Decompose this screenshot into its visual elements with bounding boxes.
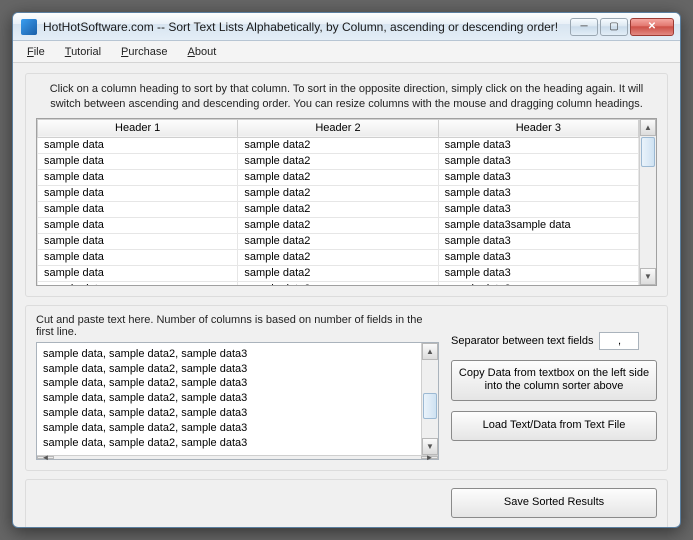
client-area: Click on a column heading to sort by tha… <box>13 63 680 527</box>
table-cell[interactable]: sample data <box>38 169 238 185</box>
table-cell[interactable]: sample data3 <box>438 185 638 201</box>
input-group: Cut and paste text here. Number of colum… <box>25 305 668 471</box>
column-header-2[interactable]: Header 2 <box>238 119 438 137</box>
table-cell[interactable]: sample data2 <box>238 153 438 169</box>
table-cell[interactable]: sample data <box>38 233 238 249</box>
table-cell[interactable]: sample data3sample data <box>438 217 638 233</box>
save-results-button[interactable]: Save Sorted Results <box>451 488 657 518</box>
column-header-1[interactable]: Header 1 <box>38 119 238 137</box>
menu-about[interactable]: About <box>178 41 227 62</box>
table-row[interactable]: sample datasample data2sample data3sampl… <box>38 217 639 233</box>
instructions-text: Click on a column heading to sort by tha… <box>36 82 657 112</box>
menu-tutorial[interactable]: Tutorial <box>55 41 111 62</box>
window-title: HotHotSoftware.com -- Sort Text Lists Al… <box>43 20 570 34</box>
scroll-thumb[interactable] <box>423 393 437 419</box>
table-row[interactable]: sample datasample data2sample data3 <box>38 281 639 285</box>
textbox-horizontal-scrollbar[interactable]: ◄ ► <box>37 455 438 459</box>
table-cell[interactable]: sample data <box>38 137 238 153</box>
menu-file[interactable]: File <box>17 41 55 62</box>
table-cell[interactable]: sample data2 <box>238 185 438 201</box>
table-cell[interactable]: sample data2 <box>238 281 438 285</box>
table-cell[interactable]: sample data3 <box>438 281 638 285</box>
paste-textbox[interactable]: sample data, sample data2, sample data3 … <box>36 342 439 460</box>
separator-input[interactable] <box>599 332 639 350</box>
table-row[interactable]: sample datasample data2sample data3 <box>38 201 639 217</box>
data-grid[interactable]: Header 1 Header 2 Header 3 sample datasa… <box>36 118 657 286</box>
table-cell[interactable]: sample data <box>38 217 238 233</box>
table-cell[interactable]: sample data <box>38 249 238 265</box>
sort-group: Click on a column heading to sort by tha… <box>25 73 668 297</box>
menu-file-rest: ile <box>34 46 45 58</box>
table-cell[interactable]: sample data <box>38 185 238 201</box>
table-cell[interactable]: sample data3 <box>438 233 638 249</box>
scroll-right-icon[interactable]: ► <box>421 456 438 459</box>
minimize-button[interactable]: ─ <box>570 18 598 36</box>
table-cell[interactable]: sample data <box>38 201 238 217</box>
table-cell[interactable]: sample data2 <box>238 265 438 281</box>
load-from-file-button[interactable]: Load Text/Data from Text File <box>451 411 657 441</box>
textbox-vertical-scrollbar[interactable]: ▲ ▼ <box>421 343 438 455</box>
scroll-down-icon[interactable]: ▼ <box>640 268 656 285</box>
menubar: File Tutorial Purchase About <box>13 41 680 63</box>
column-header-3[interactable]: Header 3 <box>438 119 638 137</box>
scroll-left-icon[interactable]: ◄ <box>37 456 54 459</box>
scroll-thumb[interactable] <box>641 137 655 167</box>
table-cell[interactable]: sample data2 <box>238 249 438 265</box>
table-cell[interactable]: sample data2 <box>238 233 438 249</box>
table-cell[interactable]: sample data <box>38 265 238 281</box>
table-row[interactable]: sample datasample data2sample data3 <box>38 137 639 153</box>
table-cell[interactable]: sample data <box>38 281 238 285</box>
separator-label: Separator between text fields <box>451 335 593 347</box>
table-cell[interactable]: sample data3 <box>438 137 638 153</box>
application-window: HotHotSoftware.com -- Sort Text Lists Al… <box>12 12 681 528</box>
table-cell[interactable]: sample data2 <box>238 217 438 233</box>
scroll-up-icon[interactable]: ▲ <box>422 343 438 360</box>
table-cell[interactable]: sample data3 <box>438 153 638 169</box>
right-controls: Separator between text fields Copy Data … <box>451 314 657 460</box>
table-cell[interactable]: sample data3 <box>438 265 638 281</box>
data-table: Header 1 Header 2 Header 3 sample datasa… <box>37 119 639 285</box>
menu-purchase[interactable]: Purchase <box>111 41 177 62</box>
table-row[interactable]: sample datasample data2sample data3 <box>38 249 639 265</box>
table-cell[interactable]: sample data2 <box>238 201 438 217</box>
close-button[interactable]: ✕ <box>630 18 674 36</box>
table-cell[interactable]: sample data <box>38 153 238 169</box>
table-cell[interactable]: sample data3 <box>438 169 638 185</box>
window-controls: ─ ▢ ✕ <box>570 18 674 36</box>
paste-text-content[interactable]: sample data, sample data2, sample data3 … <box>37 343 421 455</box>
titlebar[interactable]: HotHotSoftware.com -- Sort Text Lists Al… <box>13 13 680 41</box>
save-group: Save Sorted Results <box>25 479 668 527</box>
app-icon <box>21 19 37 35</box>
table-row[interactable]: sample datasample data2sample data3 <box>38 233 639 249</box>
copy-to-sorter-button[interactable]: Copy Data from textbox on the left side … <box>451 360 657 402</box>
table-cell[interactable]: sample data3 <box>438 249 638 265</box>
table-row[interactable]: sample datasample data2sample data3 <box>38 153 639 169</box>
table-cell[interactable]: sample data3 <box>438 201 638 217</box>
table-row[interactable]: sample datasample data2sample data3 <box>38 185 639 201</box>
maximize-button[interactable]: ▢ <box>600 18 628 36</box>
scroll-up-icon[interactable]: ▲ <box>640 119 656 136</box>
table-row[interactable]: sample datasample data2sample data3 <box>38 169 639 185</box>
table-cell[interactable]: sample data2 <box>238 169 438 185</box>
table-cell[interactable]: sample data2 <box>238 137 438 153</box>
grid-vertical-scrollbar[interactable]: ▲ ▼ <box>639 119 656 285</box>
paste-instructions: Cut and paste text here. Number of colum… <box>36 314 439 338</box>
table-row[interactable]: sample datasample data2sample data3 <box>38 265 639 281</box>
